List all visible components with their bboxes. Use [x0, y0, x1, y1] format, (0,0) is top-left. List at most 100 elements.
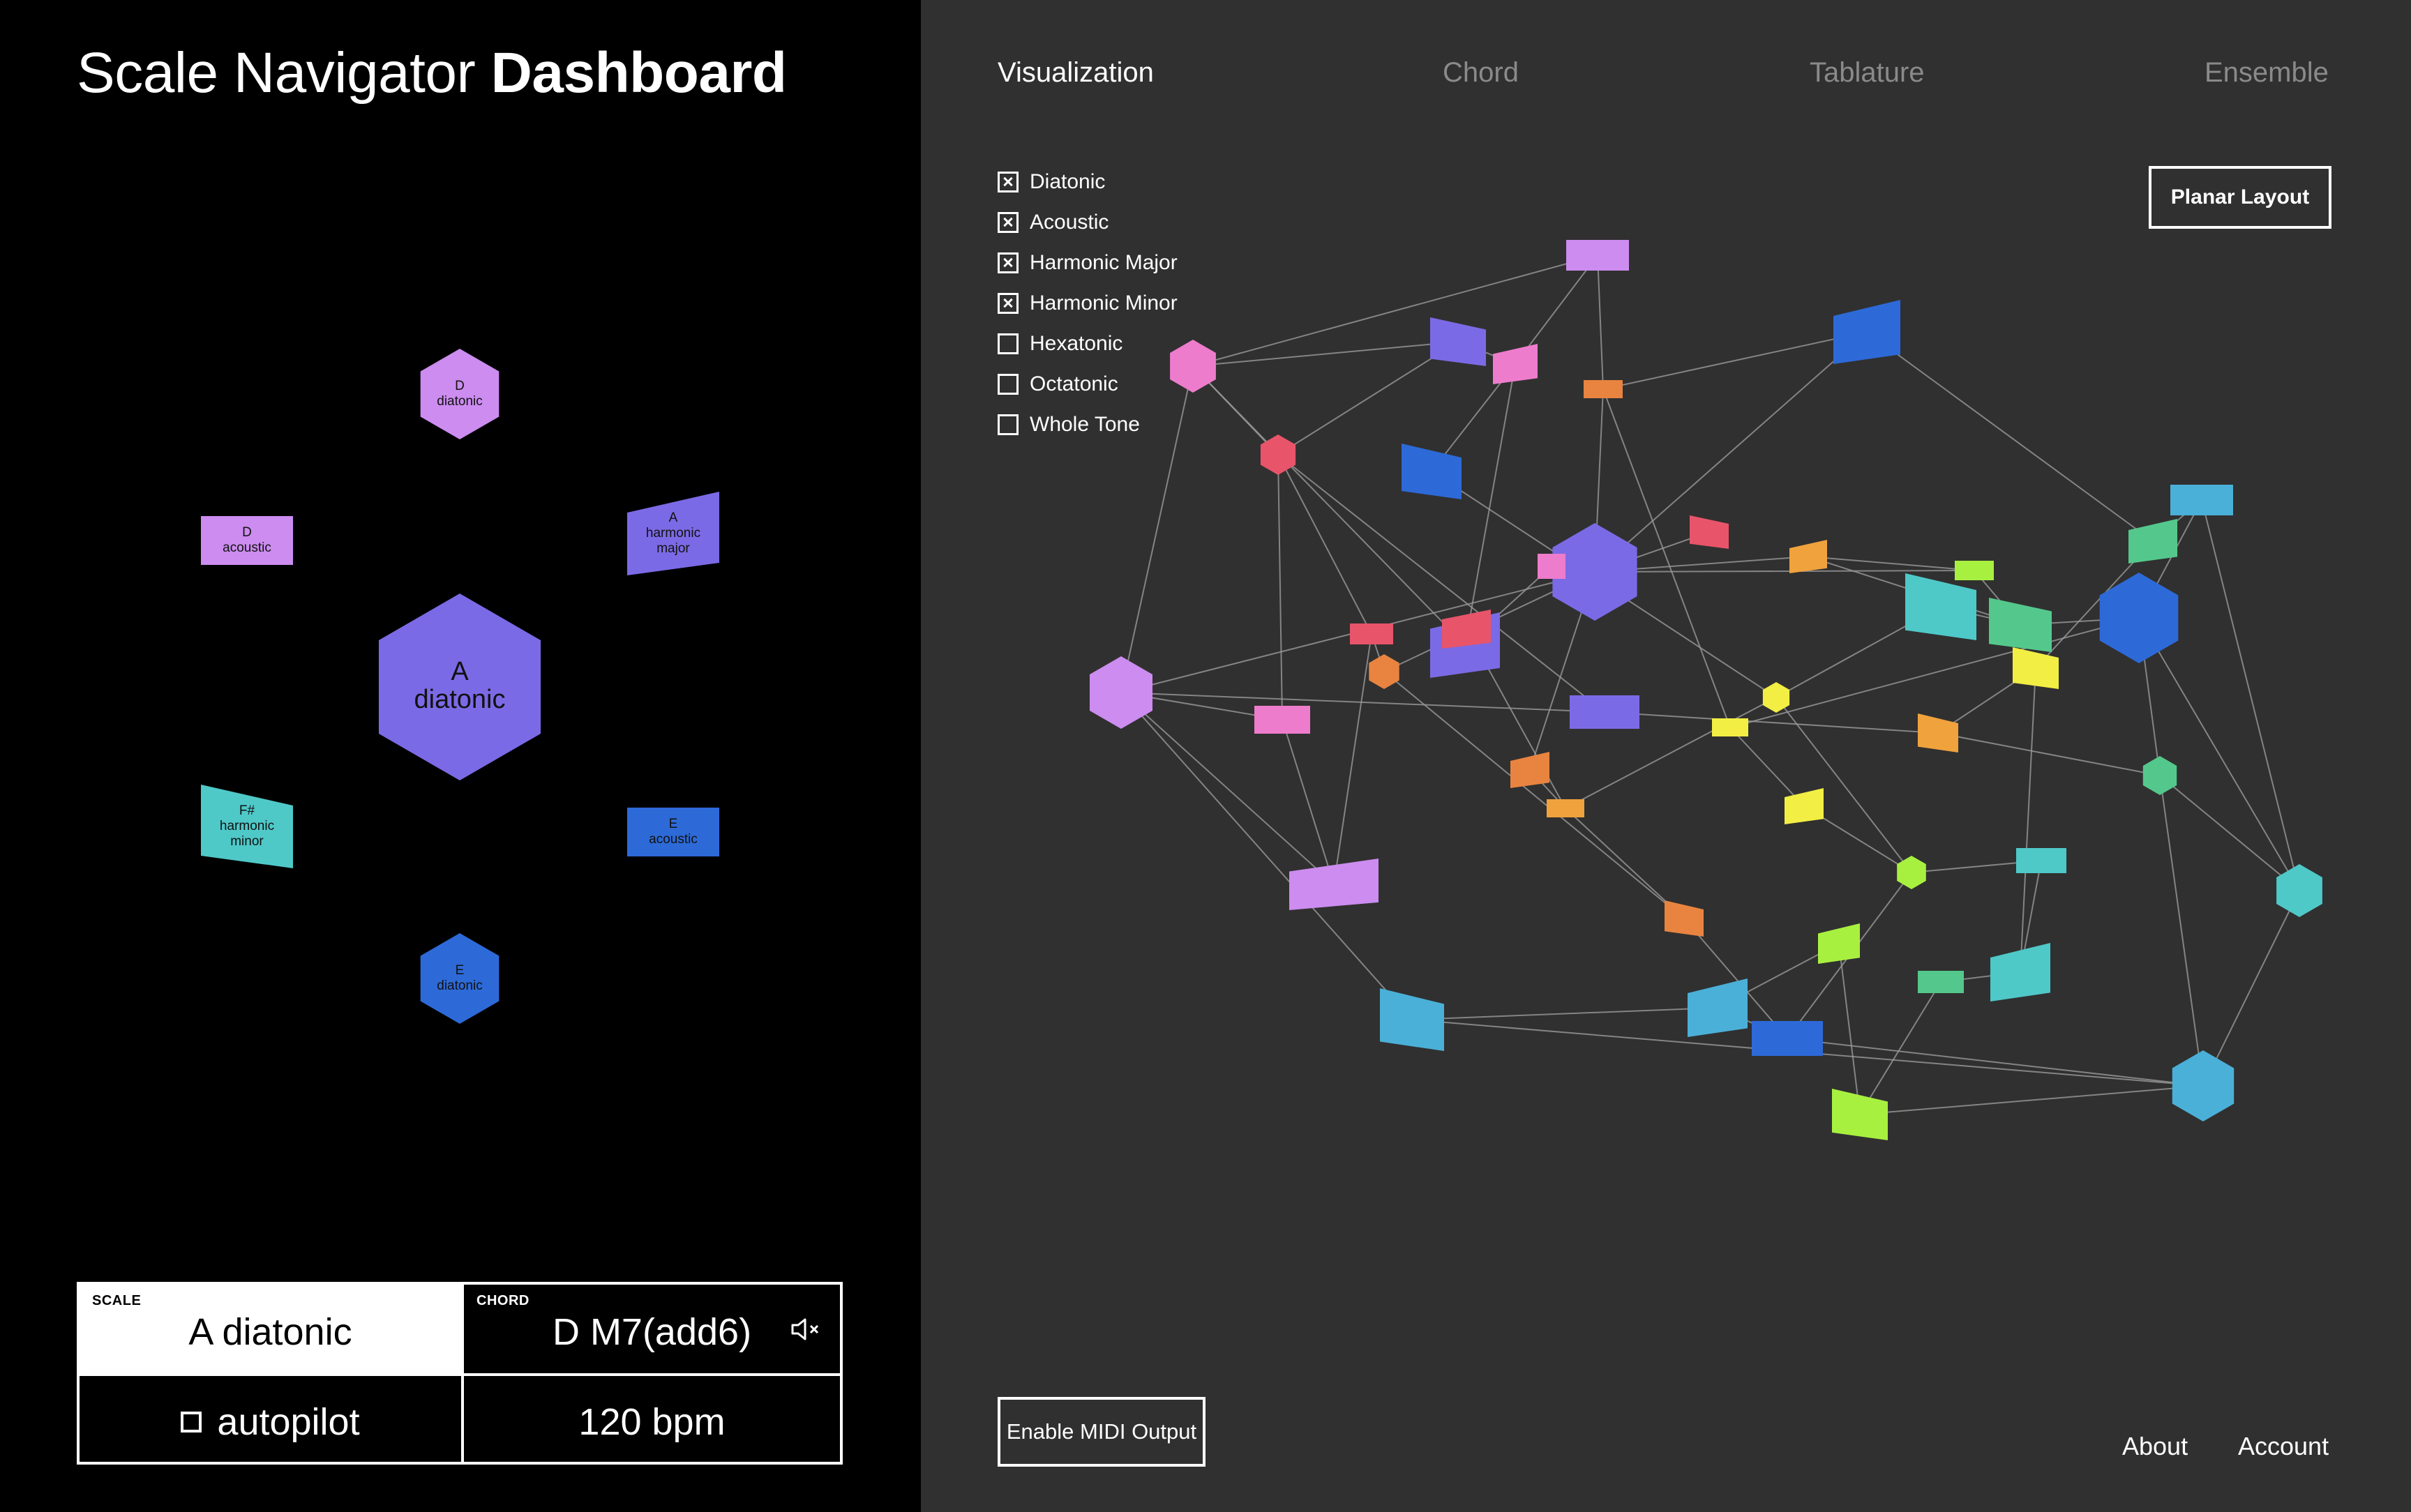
- chord-value: D M7(add6): [552, 1310, 752, 1353]
- graph-edge: [2020, 667, 2036, 973]
- autopilot-checkbox[interactable]: [181, 1411, 202, 1432]
- scale-node[interactable]: [1989, 598, 2052, 652]
- speaker-muted-icon[interactable]: [788, 1315, 822, 1343]
- scale-node[interactable]: [1402, 444, 1462, 499]
- neighbor-scale-label: F#: [239, 803, 255, 818]
- scale-node[interactable]: [1350, 623, 1393, 644]
- graph-edge: [1411, 1007, 1718, 1020]
- tempo-cell[interactable]: 120 bpm: [461, 1373, 840, 1462]
- neighbor-scale-label: diatonic: [437, 394, 483, 409]
- scale-node[interactable]: [1547, 799, 1584, 817]
- graph-edge: [1787, 1038, 2204, 1087]
- scale-node[interactable]: [1918, 713, 1958, 753]
- scale-node[interactable]: [1990, 943, 2050, 1001]
- scale-node[interactable]: [1833, 300, 1900, 364]
- scale-node[interactable]: [1897, 856, 1926, 889]
- graph-edge: [2159, 775, 2300, 891]
- scale-node[interactable]: [2142, 756, 2177, 795]
- graph-edges: [1120, 255, 2300, 1115]
- scale-node[interactable]: [2016, 848, 2066, 873]
- graph-edge: [1277, 454, 1372, 635]
- scale-node[interactable]: [1510, 752, 1549, 788]
- scale-node[interactable]: [1762, 682, 1790, 713]
- graph-edge: [1594, 331, 1868, 573]
- graph-edge: [1729, 727, 1805, 807]
- graph-edge: [1937, 732, 2161, 776]
- current-scale-label: diatonic: [414, 685, 506, 714]
- current-scale-label: A: [451, 657, 469, 686]
- scale-node[interactable]: [1369, 654, 1399, 689]
- scale-node[interactable]: [1905, 573, 1976, 640]
- scale-node[interactable]: [1688, 978, 1748, 1037]
- scale-network-graph[interactable]: [921, 0, 2411, 1512]
- scale-node[interactable]: [1289, 859, 1379, 910]
- scale-node[interactable]: [1254, 706, 1310, 734]
- graph-edge: [1729, 617, 2140, 728]
- graph-edge: [1602, 331, 1868, 390]
- neighbor-scale-label: acoustic: [223, 540, 271, 555]
- neighbor-scale-label: harmonic: [646, 526, 700, 540]
- scale-node[interactable]: [2276, 864, 2322, 917]
- scale-node[interactable]: [1170, 340, 1216, 393]
- scale-value: A diatonic: [188, 1310, 352, 1353]
- scale-node[interactable]: [1752, 1021, 1823, 1056]
- graph-edge: [2201, 499, 2300, 891]
- scale-node[interactable]: [1785, 788, 1824, 824]
- graph-edge: [1120, 365, 1194, 693]
- neighbor-scale-label: A: [669, 511, 678, 525]
- scale-node[interactable]: [1832, 1089, 1888, 1140]
- graph-edge: [1277, 454, 1283, 720]
- scale-node[interactable]: [1918, 971, 1964, 993]
- neighbor-scale-label: E: [669, 817, 678, 831]
- scale-node[interactable]: [1665, 900, 1704, 937]
- graph-edge: [1192, 365, 1466, 646]
- scale-node[interactable]: [1584, 380, 1623, 398]
- chord-cell: CHORD D M7(add6): [461, 1285, 840, 1373]
- graph-edge: [2159, 775, 2204, 1087]
- graph-edge: [1333, 633, 1372, 885]
- neighbor-scale-label: diatonic: [437, 978, 483, 993]
- left-panel: Scale Navigator Dashboard Adiatonic Ddiat…: [0, 0, 921, 1512]
- neighbor-graph: AdiatonicDdiatonicDacousticAharmonicmajo…: [201, 349, 719, 1024]
- neighbor-scale-label: D: [242, 525, 252, 540]
- graph-edge: [1808, 556, 1975, 571]
- scale-cell: SCALE A diatonic: [80, 1285, 461, 1373]
- scale-node[interactable]: [1818, 923, 1860, 964]
- scale-node[interactable]: [1712, 718, 1748, 736]
- graph-edge: [1192, 341, 1459, 367]
- neighbor-scale-label: D: [455, 379, 465, 393]
- neighbor-scale-label: major: [656, 541, 690, 556]
- autopilot-label: autopilot: [217, 1400, 360, 1443]
- scale-node[interactable]: [1566, 240, 1629, 271]
- scale-node[interactable]: [1789, 540, 1827, 573]
- graph-edge: [1594, 570, 1975, 573]
- scale-node[interactable]: [1570, 695, 1639, 729]
- graph-edge: [1604, 711, 1939, 734]
- scale-node[interactable]: [2128, 519, 2177, 564]
- autopilot-toggle[interactable]: autopilot: [80, 1373, 461, 1462]
- scale-node[interactable]: [1538, 554, 1565, 579]
- info-panel: SCALE A diatonic CHORD D M7(add6) autopi…: [77, 1282, 843, 1465]
- scale-node[interactable]: [1380, 988, 1444, 1051]
- neighbor-scale-label: harmonic: [220, 819, 274, 833]
- neighbor-scale-label: minor: [230, 834, 264, 849]
- graph-edge: [1120, 692, 1413, 1020]
- neighbor-scale-label: acoustic: [649, 832, 698, 847]
- graph-edge: [1866, 331, 2154, 542]
- graph-edge: [1859, 1085, 2204, 1115]
- graph-edge: [1597, 255, 1604, 390]
- scale-node[interactable]: [1442, 610, 1491, 649]
- scale-node[interactable]: [2170, 485, 2233, 515]
- graph-edge: [2202, 890, 2300, 1087]
- tempo-value: 120 bpm: [578, 1400, 726, 1443]
- scale-node[interactable]: [1493, 344, 1538, 384]
- graph-edge: [2138, 617, 2300, 891]
- scale-node[interactable]: [2172, 1050, 2235, 1121]
- scale-node[interactable]: [1430, 317, 1486, 366]
- scale-node[interactable]: [2013, 647, 2059, 689]
- graph-edge: [1282, 719, 1335, 885]
- scale-node[interactable]: [1690, 515, 1729, 549]
- neighbor-scale-label: E: [456, 963, 465, 978]
- scale-node[interactable]: [1955, 561, 1994, 580]
- graph-edge: [1838, 943, 1861, 1115]
